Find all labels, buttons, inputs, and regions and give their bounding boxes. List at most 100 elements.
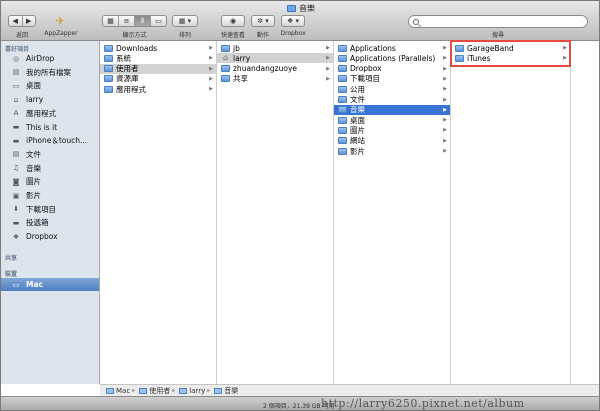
- dropbox-label: Dropbox: [280, 30, 306, 37]
- column-root: Downloads ▶ 系統 ▶ 使用者 ▶ 資源庫 ▶ 應用程式 ▶: [100, 41, 217, 384]
- arrange-button[interactable]: ▦ ▾: [172, 15, 198, 27]
- sidebar-item-label: 影片: [26, 191, 41, 200]
- sidebar-item[interactable]: ◎ AirDrop: [1, 52, 99, 65]
- list-item[interactable]: 網站 ▶: [334, 136, 450, 146]
- item-label: Applications: [350, 43, 396, 53]
- action-button[interactable]: ✲ ▾: [251, 15, 275, 27]
- list-item[interactable]: 共享 ▶: [217, 74, 333, 84]
- dropbox-folder-icon: ▬: [12, 218, 20, 227]
- list-item[interactable]: ⌂ larry ▶: [217, 53, 333, 64]
- folder-icon: [214, 387, 223, 394]
- folder-icon: [139, 387, 148, 394]
- sidebar-item[interactable]: ⬇ 下載項目: [1, 203, 99, 216]
- list-item[interactable]: 桌面 ▶: [334, 115, 450, 125]
- folder-icon: [338, 116, 347, 124]
- back-forward-buttons[interactable]: ◀ ▶: [8, 15, 36, 27]
- folder-icon: ▬: [12, 123, 20, 131]
- status-bar: 2 個項目，21.39 GB 可用 http://larry6250.pixne…: [1, 396, 599, 410]
- list-item[interactable]: 資源庫 ▶: [100, 74, 216, 84]
- sidebar-item-label: larry: [26, 95, 44, 105]
- quicklook-button[interactable]: ◉: [221, 15, 245, 27]
- folder-icon: [287, 5, 296, 12]
- path-item[interactable]: larry: [189, 387, 205, 395]
- disclosure-arrow-icon: ▶: [209, 45, 213, 51]
- folder-icon: [338, 75, 347, 83]
- item-label: jb: [233, 43, 240, 53]
- dropbox-button[interactable]: ❖ ▾: [281, 15, 305, 27]
- forward-arrow-icon[interactable]: ▶: [23, 16, 36, 26]
- sidebar-item-label: 投遞箱: [26, 218, 49, 228]
- finder-window: 音樂 ◀ ▶ 返回 ✈ AppZapper ▦ ≡ ⫴ ▭ 顯示方式 ▦ ▾ 排…: [0, 0, 600, 411]
- list-item[interactable]: 圖片 ▶: [334, 125, 450, 135]
- sidebar-item[interactable]: ▤ 我的所有檔案: [1, 66, 99, 79]
- folder-icon: [338, 65, 347, 73]
- path-item[interactable]: 使用者: [149, 386, 170, 396]
- sidebar-item[interactable]: ▣ 影片: [1, 189, 99, 202]
- shared-header: 共享: [5, 255, 18, 262]
- list-item[interactable]: 應用程式 ▶: [100, 84, 216, 94]
- path-separator-icon: ▸: [132, 387, 136, 394]
- list-item[interactable]: 下載項目 ▶: [334, 74, 450, 84]
- pictures-icon: ◙: [12, 177, 20, 186]
- folder-icon: [104, 65, 113, 73]
- disclosure-arrow-icon: ▶: [443, 86, 447, 93]
- sidebar-item[interactable]: ▬ This is it: [1, 121, 99, 134]
- folder-icon: [221, 65, 230, 73]
- disclosure-arrow-icon: ▶: [209, 65, 213, 72]
- list-item[interactable]: 影片 ▶: [334, 146, 450, 156]
- list-view-icon[interactable]: ≡: [119, 16, 135, 26]
- sidebar-item[interactable]: A 應用程式: [1, 107, 99, 120]
- sidebar-item[interactable]: ❖ Dropbox: [1, 230, 99, 243]
- desktop-icon: ▭: [12, 81, 20, 90]
- list-item[interactable]: jb ▶: [217, 43, 333, 53]
- appzapper-icon[interactable]: ✈: [53, 14, 67, 28]
- sidebar-item[interactable]: ▬ 投遞箱: [1, 216, 99, 229]
- search-input[interactable]: [408, 15, 588, 28]
- list-item[interactable]: Applications ▶: [334, 43, 450, 53]
- list-item[interactable]: 使用者 ▶: [100, 63, 216, 74]
- list-item[interactable]: 公用 ▶: [334, 84, 450, 94]
- list-item[interactable]: 文件 ▶: [334, 95, 450, 105]
- item-label: larry: [233, 53, 251, 63]
- column-larry: Applications ▶ Applications (Parallels) ▶ Dr…: [334, 41, 451, 384]
- path-item[interactable]: 音樂: [224, 386, 238, 396]
- list-item[interactable]: Applications (Parallels) ▶: [334, 53, 450, 63]
- sidebar-item[interactable]: ◙ 圖片: [1, 175, 99, 188]
- path-separator-icon: ▸: [207, 387, 211, 394]
- movies-icon: ▣: [12, 191, 20, 200]
- disclosure-arrow-icon: ▶: [326, 75, 330, 82]
- list-item[interactable]: Downloads ▶: [100, 43, 216, 53]
- folder-icon: ▬: [12, 136, 20, 145]
- disclosure-arrow-icon: ▶: [443, 45, 447, 51]
- sidebar-item[interactable]: ♫ 音樂: [1, 162, 99, 175]
- sidebar-item[interactable]: ▭ 桌面: [1, 79, 99, 92]
- back-arrow-icon[interactable]: ◀: [9, 16, 23, 26]
- downloads-icon: ⬇: [13, 205, 19, 214]
- path-item[interactable]: Mac: [116, 387, 130, 395]
- folder-icon: [338, 44, 347, 52]
- folder-icon: [338, 96, 347, 103]
- folder-icon: [106, 387, 114, 394]
- folder-icon: [338, 137, 347, 145]
- list-item[interactable]: zhuandangzuoye ▶: [217, 64, 333, 74]
- action-label: 動作: [256, 32, 269, 39]
- dropbox-icon: ❖ ▾: [286, 17, 299, 25]
- view-mode-buttons[interactable]: ▦ ≡ ⫴ ▭: [102, 15, 167, 27]
- item-label: Dropbox: [350, 64, 382, 74]
- list-item[interactable]: Dropbox ▶: [334, 64, 450, 74]
- sidebar: 喜好項目 ◎ AirDrop ▤ 我的所有檔案 ▭ 桌面 ⌂ larry A 應用程式 ▬ This …: [1, 41, 100, 384]
- list-item[interactable]: 系統 ▶: [100, 53, 216, 63]
- disclosure-arrow-icon: ▶: [443, 55, 447, 62]
- disclosure-arrow-icon: ▶: [443, 137, 447, 144]
- list-item[interactable]: 音樂 ▶: [334, 104, 450, 115]
- column-users: jb ▶ ⌂ larry ▶ zhuandangzuoye ▶ 共享 ▶: [217, 41, 334, 384]
- sidebar-item-label: 文件: [26, 149, 41, 159]
- sidebar-item[interactable]: ▤ 文件: [1, 148, 99, 161]
- column-view-icon[interactable]: ⫴: [135, 16, 151, 26]
- sidebar-item-mac[interactable]: ▭ Mac: [1, 278, 99, 291]
- sidebar-item[interactable]: ▬ iPhone＆touch...: [1, 134, 99, 147]
- sidebar-item[interactable]: ⌂ larry: [1, 93, 99, 106]
- icon-view-icon[interactable]: ▦: [103, 16, 119, 26]
- airdrop-icon: ◎: [12, 54, 20, 63]
- coverflow-view-icon[interactable]: ▭: [151, 16, 166, 26]
